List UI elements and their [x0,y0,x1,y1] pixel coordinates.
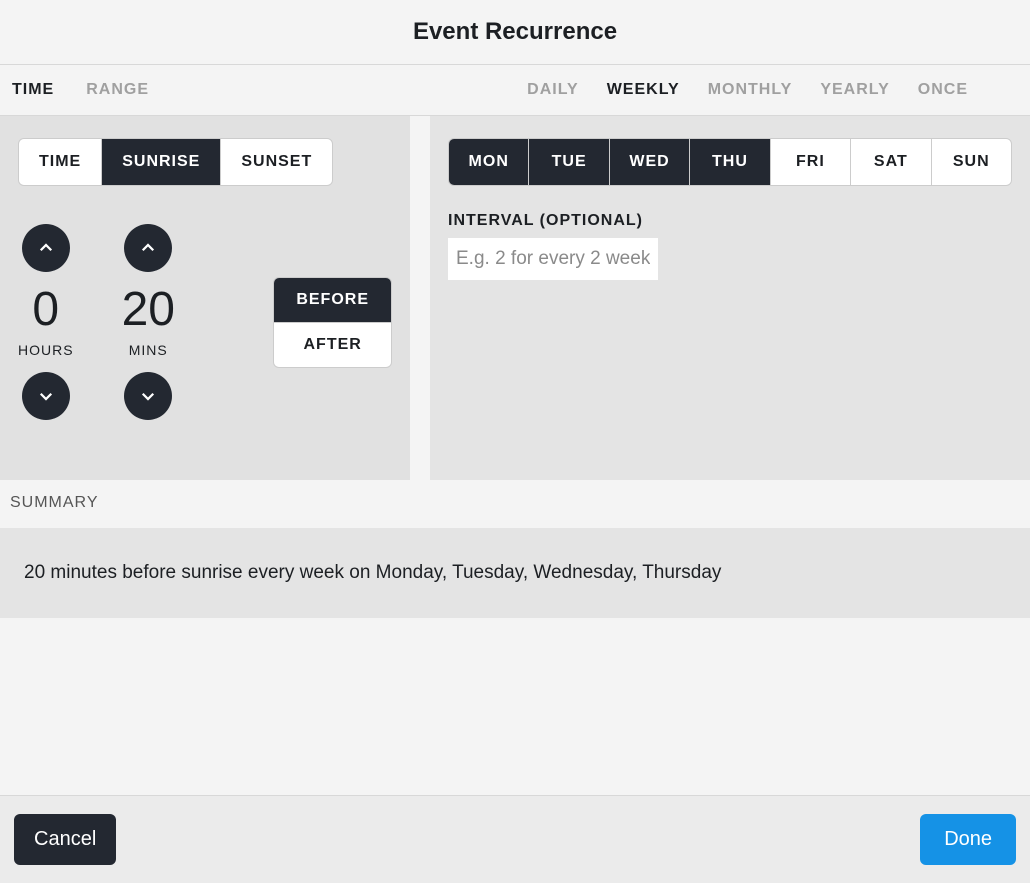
tab-range[interactable]: RANGE [86,81,149,99]
interval-label: INTERVAL (OPTIONAL) [448,212,1012,230]
recurrence-panel: MON TUE WED THU FRI SAT SUN INTERVAL (OP… [430,116,1030,480]
offset-segment: BEFORE AFTER [273,277,392,368]
day-wed-button[interactable]: WED [610,139,690,185]
tab-daily[interactable]: DAILY [527,81,579,99]
tab-once[interactable]: ONCE [918,81,968,99]
tabs-row: TIME RANGE DAILY WEEKLY MONTHLY YEARLY O… [0,65,1030,116]
mins-label: MINS [129,342,168,358]
day-thu-button[interactable]: THU [690,139,770,185]
tab-yearly[interactable]: YEARLY [820,81,889,99]
summary-section: SUMMARY 20 minutes before sunrise every … [0,480,1030,634]
offset-after-button[interactable]: AFTER [274,323,391,367]
mins-up-button[interactable] [124,224,172,272]
offset-before-button[interactable]: BEFORE [274,278,391,323]
left-tabs: TIME RANGE [12,81,149,99]
time-mode-sunset-button[interactable]: SUNSET [221,139,332,185]
time-pickers: 0 HOURS 20 MINS BEFORE AFTER [18,224,392,420]
day-sun-button[interactable]: SUN [932,139,1011,185]
panels: TIME SUNRISE SUNSET 0 HOURS 20 MINS [0,116,1030,480]
chevron-down-icon [139,387,157,405]
hours-up-button[interactable] [22,224,70,272]
day-mon-button[interactable]: MON [449,139,529,185]
chevron-up-icon [139,239,157,257]
summary-text: 20 minutes before sunrise every week on … [24,562,1006,584]
tab-monthly[interactable]: MONTHLY [708,81,793,99]
time-mode-sunrise-button[interactable]: SUNRISE [102,139,221,185]
done-button[interactable]: Done [920,814,1016,865]
mins-value: 20 [122,286,175,334]
day-selector: MON TUE WED THU FRI SAT SUN [448,138,1012,186]
time-mode-segment: TIME SUNRISE SUNSET [18,138,333,186]
tab-time[interactable]: TIME [12,81,54,99]
chevron-down-icon [37,387,55,405]
day-sat-button[interactable]: SAT [851,139,931,185]
interval-input[interactable] [448,238,658,280]
footer: Cancel Done [0,795,1030,883]
summary-label: SUMMARY [10,494,1020,512]
hours-spinner: 0 HOURS [18,224,74,420]
mins-spinner: 20 MINS [122,224,175,420]
hours-down-button[interactable] [22,372,70,420]
time-panel: TIME SUNRISE SUNSET 0 HOURS 20 MINS [0,116,410,480]
hours-value: 0 [32,286,59,334]
page-title: Event Recurrence [0,18,1030,46]
cancel-button[interactable]: Cancel [14,814,116,865]
day-tue-button[interactable]: TUE [529,139,609,185]
hours-label: HOURS [18,342,74,358]
mins-down-button[interactable] [124,372,172,420]
chevron-up-icon [37,239,55,257]
tab-weekly[interactable]: WEEKLY [607,81,680,99]
day-fri-button[interactable]: FRI [771,139,851,185]
header: Event Recurrence [0,0,1030,65]
summary-box: 20 minutes before sunrise every week on … [0,528,1030,618]
time-mode-time-button[interactable]: TIME [19,139,102,185]
frequency-tabs: DAILY WEEKLY MONTHLY YEARLY ONCE [527,81,1018,99]
